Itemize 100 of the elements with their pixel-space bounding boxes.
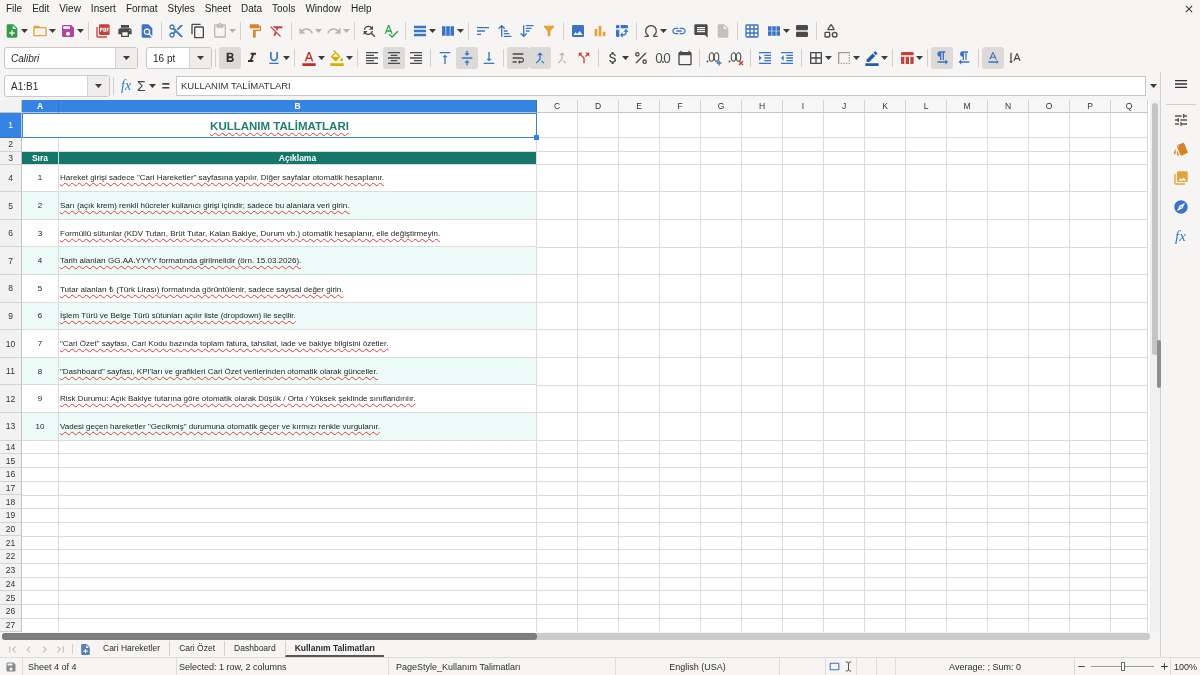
function-wizard-button[interactable]: fx [117,75,136,97]
row-header[interactable]: 2 [0,138,22,152]
instruction-text: Hareket girişi sadece "Cari Hareketler" sayfasına yapılır. Diğer sayfalar otomatik hesaplanır. [60,173,385,183]
page-style: PageStyle_Kullanım Talimatları [396,661,521,672]
sheet-tab[interactable]: Cari Özet [169,641,225,657]
align-center-button[interactable] [383,47,405,69]
menu-item[interactable]: Help [346,0,377,18]
row-header[interactable]: 22 [0,550,22,564]
horizontal-text-button[interactable] [982,47,1004,69]
column-heading: Açıklama [278,152,317,163]
bold-button[interactable] [219,47,241,69]
column-header[interactable]: B [59,100,537,113]
left-to-right-button[interactable] [931,47,953,69]
font-size-field[interactable]: 16 pt [146,47,212,69]
row-header[interactable]: 1 [0,113,22,138]
menu-item[interactable]: File [1,0,28,18]
sidebar-handle-icon[interactable] [1157,340,1161,388]
row-header[interactable]: 21 [0,536,22,551]
column-header[interactable]: Q [1111,100,1148,113]
photo-gallery-icon [1172,170,1189,186]
menu-item[interactable]: Insert [85,0,121,18]
column-header[interactable]: K [865,100,906,113]
row-header[interactable]: 12 [0,385,22,414]
column-header[interactable]: F [660,100,701,113]
column-header[interactable]: H [742,100,783,113]
row-header[interactable]: 16 [0,468,22,482]
funnel-icon [541,23,557,39]
menu-item[interactable]: Data [235,0,268,18]
dropdown-button[interactable] [189,48,211,68]
column-header[interactable]: A [22,100,59,113]
sheet-tab[interactable]: Kullanım Talimatları [284,641,384,657]
scrollbar-thumb[interactable] [1152,103,1158,355]
row-header[interactable]: 10 [0,330,22,358]
dropdown-button[interactable] [115,48,137,68]
row-header[interactable]: 19 [0,509,22,523]
row-header[interactable]: 5 [0,192,22,220]
horizontal-scrollbar[interactable] [2,633,1150,640]
menu-item[interactable]: View [54,0,86,18]
column-header[interactable]: O [1029,100,1070,113]
caret-down-icon [315,29,322,33]
row-header[interactable]: 9 [0,302,22,331]
name-box[interactable]: A1:B1 [4,75,110,97]
wrap-text-button[interactable] [507,47,529,69]
row-header[interactable]: 6 [0,219,22,248]
column-header[interactable]: P [1070,100,1111,113]
menu-item[interactable]: Format [120,0,163,18]
table-chart-icon [899,50,915,66]
sheet-tab[interactable]: Dashboard [224,641,285,657]
functions-button[interactable]: fx [1167,224,1194,248]
border-grid-icon [808,50,824,66]
sheet-title: KULLANIM TALİMATLARI [210,119,349,132]
row-header[interactable]: 25 [0,591,22,605]
menu-item[interactable]: Window [300,0,346,18]
sequence-number: 3 [37,228,43,238]
caret-down-icon [148,84,156,88]
column-header[interactable]: N [988,100,1029,113]
menu-item[interactable]: Sheet [199,0,236,18]
column-header[interactable]: E [619,100,660,113]
text-cursor-icon [843,661,854,672]
sliders-icon [1172,112,1189,128]
column-header[interactable]: G [701,100,742,113]
number-format-icon [655,50,671,66]
scrollbar-thumb[interactable] [2,633,537,640]
sheet-tab[interactable]: Cari Hareketler [93,641,170,657]
row-header[interactable]: 11 [0,357,22,386]
pdf-document-icon [95,23,111,39]
column-header[interactable]: M [947,100,988,113]
add-decimal-icon [706,50,722,66]
column-header[interactable]: L [906,100,947,113]
menu-item[interactable]: Styles [162,0,200,18]
vertical-scrollbar[interactable] [1150,100,1160,632]
column-header[interactable]: J [824,100,865,113]
language[interactable]: English (USA) [669,661,726,672]
formula-input[interactable]: KULLANIM TALİMATLARI [175,76,1147,96]
formula-button[interactable]: = [157,75,174,97]
row-header[interactable]: 18 [0,495,22,510]
row-header[interactable]: 13 [0,413,22,441]
sum-button[interactable]: Σ [135,75,158,97]
merge-center-button[interactable] [529,47,551,69]
column-heading: Sıra [31,152,49,163]
column-header[interactable]: D [578,100,619,113]
row-header[interactable]: 7 [0,247,22,276]
image-icon [570,23,586,39]
column-header[interactable]: C [537,100,578,113]
font-name-field[interactable]: Calibri [4,47,138,69]
selection-summary: Average: ; Sum: 0 [949,661,1021,672]
dropdown-button[interactable] [87,76,109,96]
speech-bubble-icon [693,23,709,39]
row-header[interactable]: 15 [0,454,22,468]
menu-item[interactable]: Edit [27,0,55,18]
copy-icon [190,23,206,39]
row-header[interactable]: 4 [0,164,22,193]
row-header[interactable]: 8 [0,275,22,303]
align-bottom-icon [481,50,497,66]
zoom-slider-thumb[interactable] [1120,662,1125,671]
document-plus-icon [4,23,20,39]
column-header[interactable]: I [783,100,824,113]
fill-handle-icon[interactable] [534,135,539,140]
menu-item[interactable]: Tools [267,0,301,18]
align-middle-button[interactable] [456,47,478,69]
